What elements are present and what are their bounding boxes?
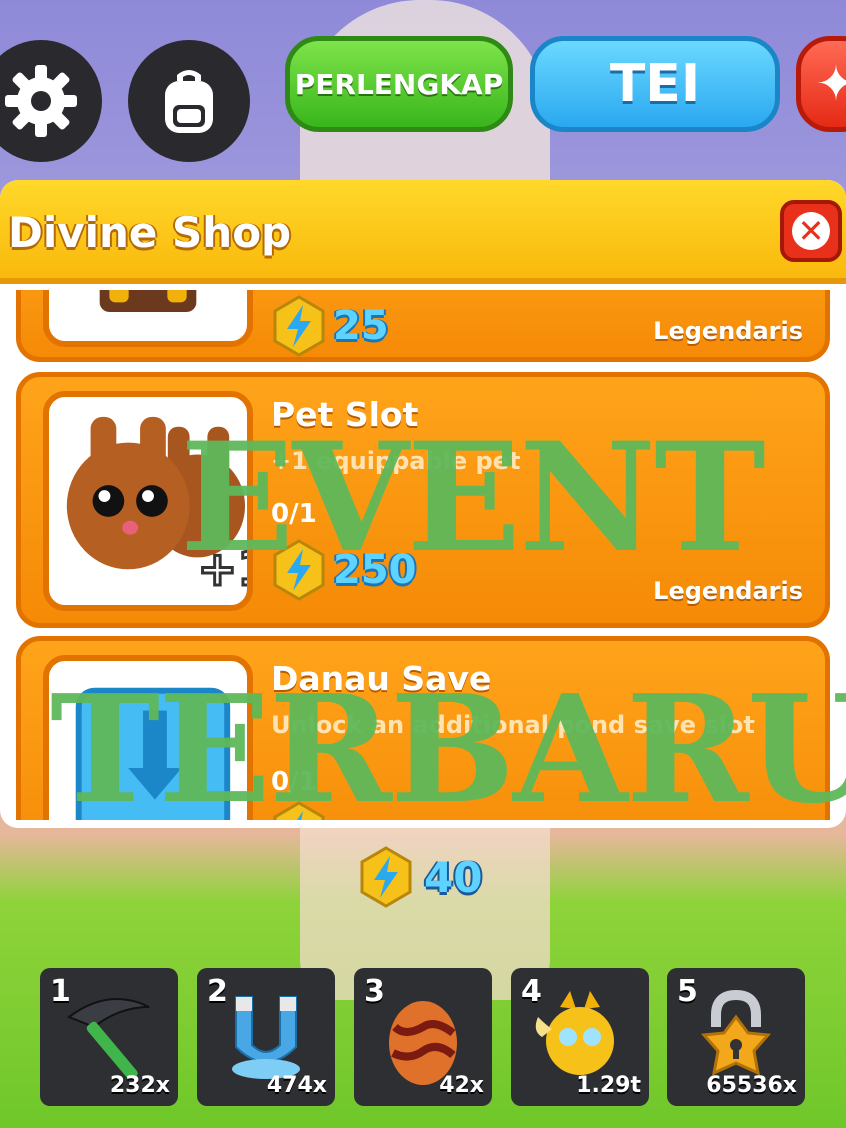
- teleport-button[interactable]: TEI: [530, 36, 780, 132]
- shop-header: Divine Shop ✕: [0, 180, 846, 284]
- hotbar-slot-2[interactable]: 2 474x: [197, 968, 335, 1106]
- pickaxe-icon: [66, 998, 150, 1080]
- equipment-button[interactable]: PERLENGKAP: [285, 36, 513, 132]
- shop-title: Divine Shop: [8, 208, 292, 257]
- golden-pet-icon: [535, 991, 614, 1075]
- gear-icon: [5, 65, 77, 137]
- energy-gem-icon: [360, 846, 412, 908]
- energy-gem-icon: [273, 295, 325, 357]
- hotbar-slot-1[interactable]: 1 232x: [40, 968, 178, 1106]
- settings-button[interactable]: [0, 40, 102, 162]
- hotbar-slot-4[interactable]: 4 1.29t: [511, 968, 649, 1106]
- watermark-line-1: EVENT: [180, 410, 766, 586]
- shop-item-card[interactable]: 25 Legendaris: [16, 290, 830, 362]
- currency-display: 40: [358, 846, 482, 908]
- slot-index: 1: [50, 974, 71, 1009]
- slot-index: 4: [521, 974, 542, 1009]
- shop-button-partial[interactable]: ✦: [796, 36, 846, 132]
- slot-quantity: 232x: [109, 1073, 170, 1098]
- currency-amount: 40: [424, 852, 483, 902]
- close-button[interactable]: ✕: [780, 200, 842, 262]
- watermark-line-2: TERBARU: [50, 662, 846, 836]
- close-icon: ✕: [792, 212, 830, 250]
- rarity-label: Legendaris: [653, 317, 803, 345]
- item-price: 25: [271, 295, 389, 357]
- price-value: 25: [333, 303, 389, 349]
- chest-icon: [99, 290, 197, 312]
- slot-index: 3: [364, 974, 385, 1009]
- backpack-icon: [165, 70, 213, 133]
- lava-egg-icon: [389, 1001, 457, 1085]
- magnet-icon: [232, 996, 300, 1079]
- shop-partial-icon: ✦: [815, 56, 846, 112]
- lock-icon: [700, 989, 772, 1076]
- slot-index: 5: [677, 974, 698, 1009]
- slot-index: 2: [207, 974, 228, 1009]
- hotbar-slot-3[interactable]: 3 42x: [354, 968, 492, 1106]
- item-thumbnail: [43, 290, 253, 347]
- slot-quantity: 474x: [266, 1073, 327, 1098]
- backpack-button[interactable]: [128, 40, 250, 162]
- hotbar-slot-5[interactable]: 5 65536x: [667, 968, 805, 1106]
- slot-quantity: 42x: [439, 1073, 484, 1098]
- slot-quantity: 65536x: [706, 1073, 797, 1098]
- slot-quantity: 1.29t: [576, 1073, 641, 1098]
